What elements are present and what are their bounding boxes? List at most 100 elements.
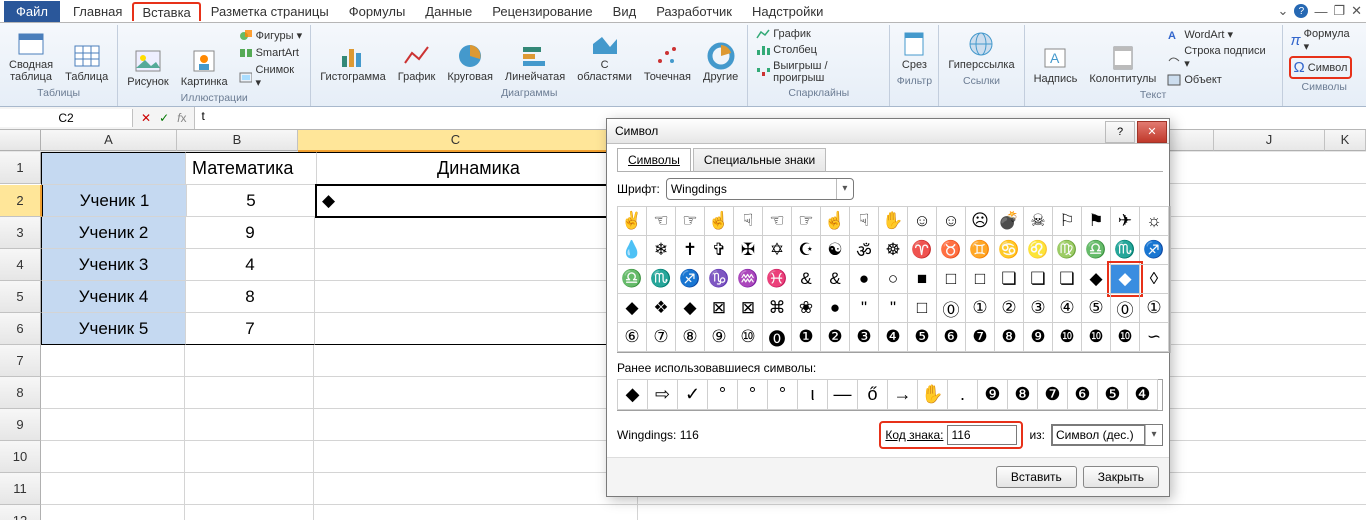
scrollbar[interactable] — [1170, 206, 1171, 353]
symbol-cell[interactable]: ④ — [1052, 293, 1082, 323]
tab-home[interactable]: Главная — [63, 1, 132, 22]
btn-shapes[interactable]: Фигуры ▾ — [237, 27, 305, 43]
tab-review[interactable]: Рецензирование — [482, 1, 602, 22]
symbol-cell[interactable]: 💧 — [617, 235, 647, 265]
symbol-cell[interactable]: ⑥ — [617, 322, 647, 352]
symbol-cell[interactable]: ❽ — [994, 322, 1024, 352]
cell[interactable] — [315, 313, 639, 345]
symbol-cell[interactable]: ♎ — [617, 264, 647, 294]
recent-symbol-cell[interactable]: ⇨ — [647, 379, 678, 410]
symbol-cell[interactable]: ⓿ — [762, 322, 792, 352]
insert-button[interactable]: Вставить — [996, 466, 1077, 488]
btn-symbol[interactable]: ΩСимвол — [1289, 56, 1353, 79]
symbol-cell[interactable]: ③ — [1023, 293, 1053, 323]
symbol-cell[interactable]: ♋ — [994, 235, 1024, 265]
btn-spark-column[interactable]: Столбец — [754, 43, 819, 57]
recent-symbol-cell[interactable]: ő — [857, 379, 888, 410]
symbol-cell[interactable]: ☜ — [646, 206, 676, 236]
symbol-cell[interactable]: ⑧ — [675, 322, 705, 352]
cell[interactable]: 4 — [186, 249, 315, 281]
symbol-cell[interactable]: ◆ — [1110, 264, 1140, 294]
symbol-cell[interactable]: ② — [994, 293, 1024, 323]
symbol-cell[interactable]: ✝ — [675, 235, 705, 265]
btn-slicer[interactable]: Срез — [896, 27, 932, 73]
tab-view[interactable]: Вид — [603, 1, 647, 22]
col-header[interactable]: C — [298, 130, 614, 152]
recent-symbol-cell[interactable]: ❺ — [1097, 379, 1128, 410]
symbol-cell[interactable]: ❄ — [646, 235, 676, 265]
symbol-cell[interactable]: ❼ — [965, 322, 995, 352]
symbol-cell[interactable]: ♓ — [762, 264, 792, 294]
symbol-cell[interactable]: ⊠ — [733, 293, 763, 323]
symbol-cell[interactable]: ⓪ — [936, 293, 966, 323]
symbol-cell[interactable]: ❿ — [1081, 322, 1111, 352]
btn-pie-chart[interactable]: Круговая — [444, 39, 496, 85]
symbol-cell[interactable]: ❸ — [849, 322, 879, 352]
symbol-cell[interactable]: & — [820, 264, 850, 294]
btn-spark-line[interactable]: График — [754, 27, 813, 41]
symbol-cell[interactable]: 💣 — [994, 206, 1024, 236]
enter-icon[interactable]: ✓ — [159, 111, 169, 125]
row-header[interactable]: 11 — [0, 473, 41, 505]
symbol-cell[interactable]: ❶ — [791, 322, 821, 352]
symbol-cell[interactable]: ○ — [878, 264, 908, 294]
symbol-cell[interactable]: ☞ — [675, 206, 705, 236]
symbol-cell[interactable]: ♍ — [1052, 235, 1082, 265]
symbol-cell[interactable]: ☯ — [820, 235, 850, 265]
minimize-icon[interactable]: — — [1314, 4, 1327, 19]
cell[interactable]: 5 — [187, 185, 316, 217]
symbol-cell[interactable]: ⊠ — [704, 293, 734, 323]
cell[interactable]: Ученик 2 — [41, 217, 186, 249]
fx-icon[interactable]: fx — [177, 111, 186, 125]
select-all-corner[interactable] — [0, 130, 41, 151]
close-button[interactable]: Закрыть — [1083, 466, 1159, 488]
symbol-cell[interactable]: □ — [936, 264, 966, 294]
btn-object[interactable]: Объект — [1165, 73, 1223, 87]
symbol-cell[interactable]: ● — [820, 293, 850, 323]
col-header[interactable]: K — [1325, 130, 1366, 151]
symbol-cell[interactable]: ☠ — [1023, 206, 1053, 236]
recent-symbol-cell[interactable]: ✋ — [917, 379, 948, 410]
dropdown-icon[interactable]: ▾ — [1145, 425, 1162, 445]
col-header[interactable]: A — [41, 130, 177, 151]
symbol-cell[interactable]: ❿ — [1110, 322, 1140, 352]
cell[interactable]: 8 — [186, 281, 315, 313]
symbol-cell[interactable]: ⑤ — [1081, 293, 1111, 323]
symbol-cell[interactable]: ☪ — [791, 235, 821, 265]
tab-insert[interactable]: Вставка — [132, 2, 200, 21]
symbol-cell[interactable]: ⌘ — [762, 293, 792, 323]
btn-spark-winloss[interactable]: Выигрыш / проигрыш — [754, 59, 883, 85]
symbol-cell[interactable]: ■ — [907, 264, 937, 294]
ribbon-expand-icon[interactable]: ⌄ — [1278, 3, 1289, 19]
cancel-icon[interactable]: ✕ — [141, 111, 151, 125]
symbol-cell[interactable]: ⑩ — [733, 322, 763, 352]
row-header[interactable]: 5 — [0, 281, 41, 313]
symbol-cell[interactable]: ◆ — [675, 293, 705, 323]
btn-column-chart[interactable]: Гистограмма — [317, 39, 389, 85]
code-input[interactable] — [947, 425, 1017, 445]
font-combo[interactable]: ▾ — [666, 178, 854, 200]
symbol-cell[interactable]: " — [878, 293, 908, 323]
cell[interactable]: Ученик 3 — [41, 249, 186, 281]
symbol-cell[interactable]: ❻ — [936, 322, 966, 352]
tab-formulas[interactable]: Формулы — [339, 1, 416, 22]
help-icon[interactable]: ? — [1294, 4, 1308, 18]
btn-area-chart[interactable]: С областями — [574, 27, 635, 85]
symbol-cell[interactable]: ☸ — [878, 235, 908, 265]
btn-hyperlink[interactable]: Гиперссылка — [945, 27, 1017, 73]
btn-pivot-table[interactable]: Сводная таблица — [6, 27, 56, 85]
btn-screenshot[interactable]: Снимок ▾ — [237, 63, 305, 90]
dialog-titlebar[interactable]: Символ ? ✕ — [607, 119, 1169, 144]
symbol-cell[interactable]: ♎ — [1081, 235, 1111, 265]
tab-data[interactable]: Данные — [415, 1, 482, 22]
recent-symbol-cell[interactable]: ° — [767, 379, 798, 410]
btn-line-chart[interactable]: График — [395, 39, 439, 85]
symbol-cell[interactable]: ❖ — [646, 293, 676, 323]
cell[interactable] — [315, 281, 639, 313]
cell[interactable] — [41, 152, 186, 185]
symbol-cell[interactable]: ☝ — [820, 206, 850, 236]
btn-wordart[interactable]: AWordArt ▾ — [1165, 27, 1235, 42]
recent-symbol-cell[interactable]: . — [947, 379, 978, 410]
symbol-cell[interactable]: ☝ — [704, 206, 734, 236]
symbol-cell[interactable]: ☟ — [849, 206, 879, 236]
